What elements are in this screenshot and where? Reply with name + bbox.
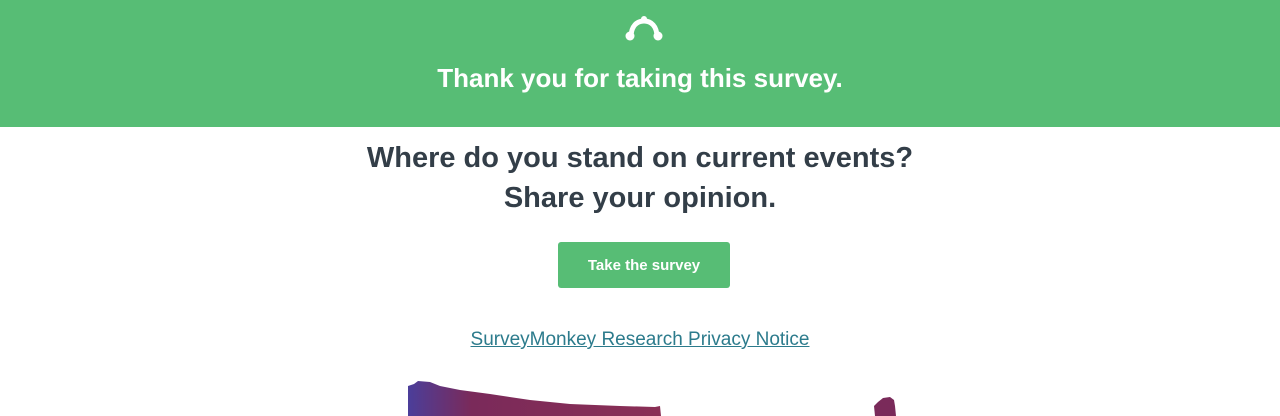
take-survey-button[interactable]: Take the survey (558, 242, 730, 288)
header-banner: Thank you for taking this survey. (0, 0, 1280, 127)
promo-headline: Where do you stand on current events? (366, 142, 914, 174)
map-northeast-region (874, 397, 896, 416)
surveymonkey-logo-icon (625, 16, 663, 41)
us-map-graphic (408, 381, 896, 416)
privacy-notice-link[interactable]: SurveyMonkey Research Privacy Notice (471, 329, 810, 350)
thank-you-title: Thank you for taking this survey. (437, 63, 843, 93)
map-west-region (408, 381, 661, 416)
promo-subheadline: Share your opinion. (503, 182, 777, 214)
privacy-notice-row: SurveyMonkey Research Privacy Notice (0, 327, 1280, 353)
